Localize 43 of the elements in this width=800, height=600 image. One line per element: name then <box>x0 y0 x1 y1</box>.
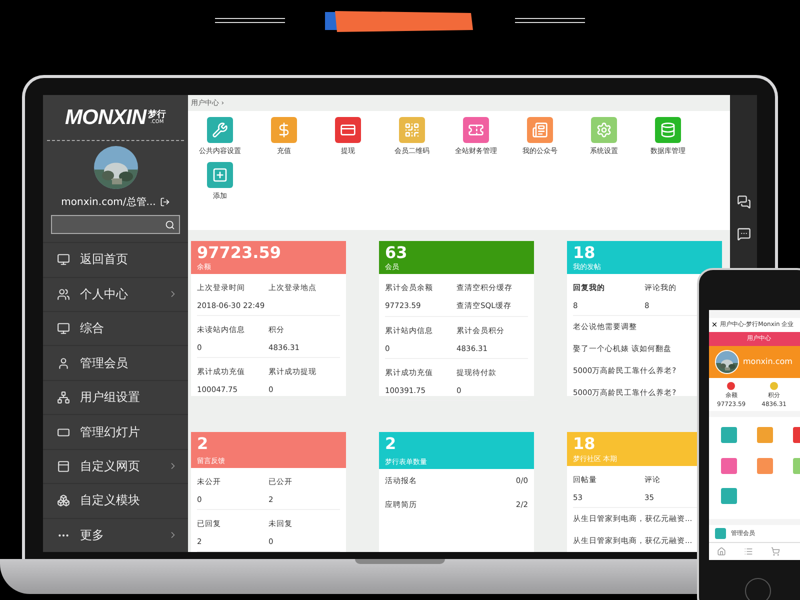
search-icon[interactable] <box>165 220 175 230</box>
list-icon[interactable] <box>744 547 753 556</box>
app-tile[interactable] <box>757 458 773 474</box>
home-button[interactable] <box>745 578 771 600</box>
rectangle-icon <box>57 426 70 438</box>
sidebar-item[interactable]: 管理会员 <box>43 345 188 380</box>
app-tile[interactable] <box>757 427 773 444</box>
card-value: 18 <box>573 434 596 453</box>
users-icon <box>57 288 70 301</box>
window-icon <box>57 460 70 473</box>
user-icon <box>57 356 70 370</box>
close-icon[interactable] <box>711 321 718 328</box>
monitor-icon <box>57 253 70 266</box>
user-icon <box>715 528 726 539</box>
cart-icon[interactable] <box>771 547 780 556</box>
card-value: 2 <box>197 434 208 453</box>
card-value: 18 <box>573 243 596 262</box>
monitor-icon <box>57 322 70 336</box>
message-icon[interactable] <box>736 227 750 241</box>
sidebar-item[interactable]: 管理幻灯片 <box>43 414 188 449</box>
sidebar-item[interactable]: 个人中心 <box>43 276 188 312</box>
search-field[interactable] <box>51 215 180 234</box>
app-tile[interactable] <box>721 488 737 504</box>
logo-text: MONXIN <box>65 106 146 130</box>
network-icon <box>57 391 70 404</box>
home-icon[interactable] <box>717 547 726 556</box>
sidebar-item[interactable]: 更多 <box>43 518 188 552</box>
card-value: 2 <box>385 434 396 453</box>
boxes-icon <box>57 494 70 508</box>
chat-icon[interactable] <box>736 195 750 209</box>
app-tile[interactable] <box>721 458 737 474</box>
card-value: 63 <box>385 243 408 262</box>
logout-icon[interactable] <box>160 197 170 208</box>
app-tile[interactable] <box>721 427 737 444</box>
sidebar-item[interactable]: 自定义模块 <box>43 483 188 518</box>
phone-user: monxin.com <box>743 357 792 366</box>
sidebar-item[interactable]: 自定义网页 <box>43 448 188 484</box>
user-name: monxin.com/总管... <box>61 196 156 210</box>
sidebar-item[interactable]: 综合 <box>43 311 188 346</box>
card-value: 97723.59 <box>197 243 282 262</box>
sidebar-item[interactable]: 用户组设置 <box>43 380 188 414</box>
logo-subtitle: 梦行 <box>148 110 166 120</box>
sidebar-item[interactable]: 返回首页 <box>43 242 188 277</box>
